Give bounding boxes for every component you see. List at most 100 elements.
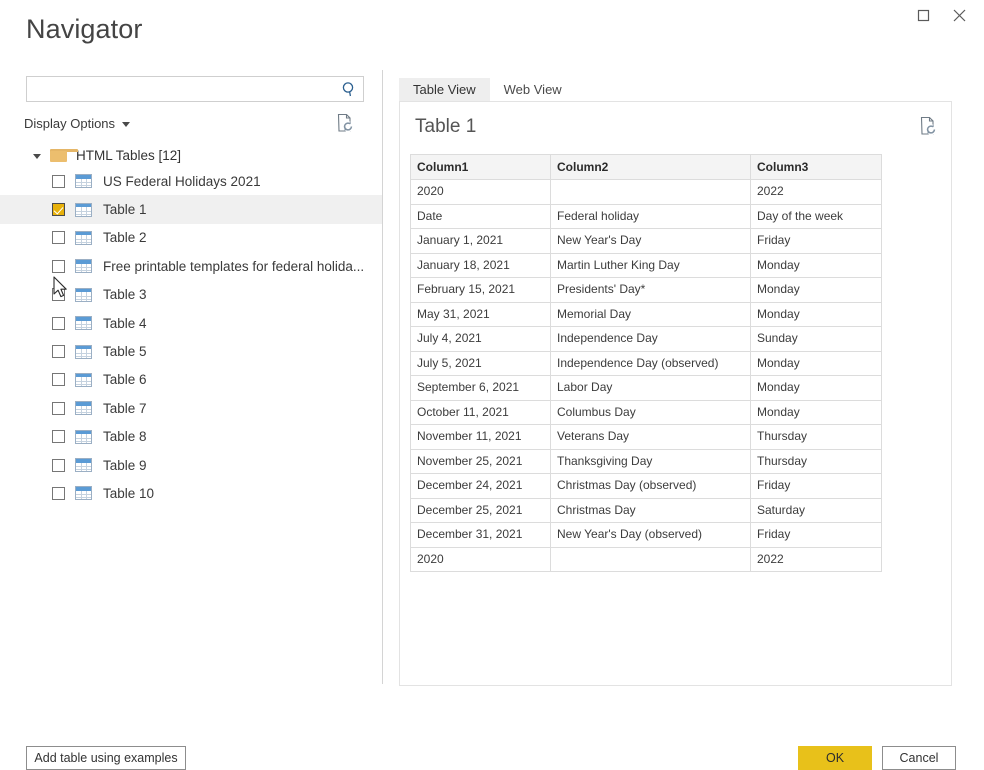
table-icon	[75, 316, 92, 331]
table-cell: October 11, 2021	[410, 399, 551, 425]
table-cell: Christmas Day	[550, 497, 751, 523]
table-cell: Saturday	[750, 497, 882, 523]
tree-item-label: Table 7	[103, 400, 147, 416]
tree-item-checkbox[interactable]	[52, 345, 65, 359]
tree-item-checkbox[interactable]	[52, 373, 65, 387]
tree-item[interactable]: Table 1	[0, 195, 382, 224]
table-cell: 2020	[410, 546, 551, 572]
table-column-header: Column2	[550, 154, 751, 180]
preview-table: Column1 Column2 Column3 2020 2022 Date Federa…	[410, 154, 882, 572]
table-cell: December 24, 2021	[410, 473, 551, 499]
refresh-preview-icon[interactable]	[919, 116, 937, 141]
table-cell: July 4, 2021	[410, 326, 551, 352]
table-cell: February 15, 2021	[410, 277, 551, 303]
tree-root-html-tables[interactable]: HTML Tables [12]	[0, 144, 382, 167]
table-icon	[75, 259, 92, 274]
tree-item[interactable]: Table 5	[0, 337, 382, 365]
tree-item-checkbox[interactable]	[52, 401, 65, 415]
table-cell: 2022	[750, 179, 882, 205]
table-cell: July 5, 2021	[410, 350, 551, 376]
tree-item-checkbox[interactable]	[52, 231, 65, 245]
refresh-preview-icon[interactable]	[336, 113, 354, 138]
tree-item[interactable]: Table 3	[0, 281, 382, 309]
tree-item[interactable]: Table 7	[0, 394, 382, 422]
footer-bar: Add table using examples OK Cancel	[0, 690, 984, 770]
search-icon[interactable]	[335, 77, 363, 101]
tab-web-view[interactable]: Web View	[490, 78, 576, 101]
table-cell: May 31, 2021	[410, 301, 551, 327]
table-cell: 2020	[410, 179, 551, 205]
tree-root-label: HTML Tables [12]	[76, 148, 182, 163]
table-cell: Friday	[750, 228, 882, 254]
table-cell: Friday	[750, 473, 882, 499]
table-row: November 25, 2021 Thanksgiving Day Thursda…	[410, 448, 882, 474]
search-input[interactable]	[27, 77, 335, 101]
table-icon	[75, 486, 92, 501]
table-cell: Independence Day	[550, 326, 751, 352]
add-table-using-examples-button[interactable]: Add table using examples	[26, 746, 186, 770]
table-cell: September 6, 2021	[410, 375, 551, 401]
tree-item-checkbox[interactable]	[52, 259, 65, 273]
maximize-button[interactable]	[908, 2, 938, 28]
tree-item[interactable]: Table 2	[0, 224, 382, 252]
table-cell: Monday	[750, 301, 882, 327]
tree-item[interactable]: Table 10	[0, 479, 382, 507]
table-cell: January 1, 2021	[410, 228, 551, 254]
table-cell: 2022	[750, 546, 882, 572]
table-cell: December 31, 2021	[410, 522, 551, 548]
table-row: July 5, 2021 Independence Day (observed) M…	[410, 350, 882, 376]
table-cell: Sunday	[750, 326, 882, 352]
tree-item-label: Table 8	[103, 429, 147, 445]
tree-item[interactable]: Table 4	[0, 309, 382, 337]
table-column-header: Column3	[750, 154, 882, 180]
tree-item-label: US Federal Holidays 2021	[103, 173, 261, 189]
tree-item-label: Table 2	[103, 230, 147, 246]
tree-item-checkbox[interactable]	[52, 486, 65, 500]
tree-item-label: Table 6	[103, 372, 147, 388]
tree-item-checkbox[interactable]	[52, 458, 65, 472]
table-cell: Christmas Day (observed)	[550, 473, 751, 499]
table-cell: Columbus Day	[550, 399, 751, 425]
tree-item-label: Table 1	[103, 202, 147, 218]
tree-item[interactable]: Free printable templates for federal hol…	[0, 252, 382, 280]
table-cell: Thanksgiving Day	[550, 448, 751, 474]
table-row: Date Federal holiday Day of the week	[410, 203, 882, 229]
tree-item-checkbox[interactable]	[52, 203, 65, 217]
tree-item-checkbox[interactable]	[52, 174, 65, 188]
tree-item-label: Table 3	[103, 287, 147, 303]
tree-item-checkbox[interactable]	[52, 288, 65, 302]
tree-item[interactable]: Table 9	[0, 451, 382, 479]
tree-item-label: Table 9	[103, 457, 147, 473]
display-options-label: Display Options	[24, 115, 116, 131]
table-cell: Day of the week	[750, 203, 882, 229]
tree-item-checkbox[interactable]	[52, 316, 65, 330]
tree-item[interactable]: Table 6	[0, 366, 382, 394]
tab-table-view[interactable]: Table View	[399, 78, 490, 101]
close-button[interactable]	[944, 2, 974, 28]
table-cell: Monday	[750, 350, 882, 376]
display-options-button[interactable]: Display Options	[24, 115, 131, 131]
table-row: May 31, 2021 Memorial Day Monday	[410, 301, 882, 327]
tree-item[interactable]: Table 8	[0, 423, 382, 451]
table-cell: Monday	[750, 375, 882, 401]
triangle-down-icon[interactable]	[30, 153, 44, 159]
ok-button[interactable]: OK	[798, 746, 872, 770]
table-icon	[75, 287, 92, 302]
table-icon	[75, 458, 92, 473]
table-row: 2020 2022	[410, 179, 882, 205]
tree-item[interactable]: US Federal Holidays 2021	[0, 167, 382, 195]
table-cell: Presidents' Day*	[550, 277, 751, 303]
table-cell: Labor Day	[550, 375, 751, 401]
search-box[interactable]	[26, 76, 364, 102]
table-cell: Memorial Day	[550, 301, 751, 327]
navigator-tree: HTML Tables [12] US Federal Holidays 202…	[0, 144, 382, 508]
table-cell: New Year's Day (observed)	[550, 522, 751, 548]
cancel-button[interactable]: Cancel	[882, 746, 956, 770]
tree-item-label: Table 10	[103, 485, 155, 501]
table-cell: December 25, 2021	[410, 497, 551, 523]
chevron-down-icon	[122, 121, 131, 127]
tree-item-checkbox[interactable]	[52, 430, 65, 444]
pane-splitter[interactable]	[382, 70, 383, 684]
table-cell: January 18, 2021	[410, 252, 551, 278]
table-header-row: Column1 Column2 Column3	[410, 154, 882, 180]
